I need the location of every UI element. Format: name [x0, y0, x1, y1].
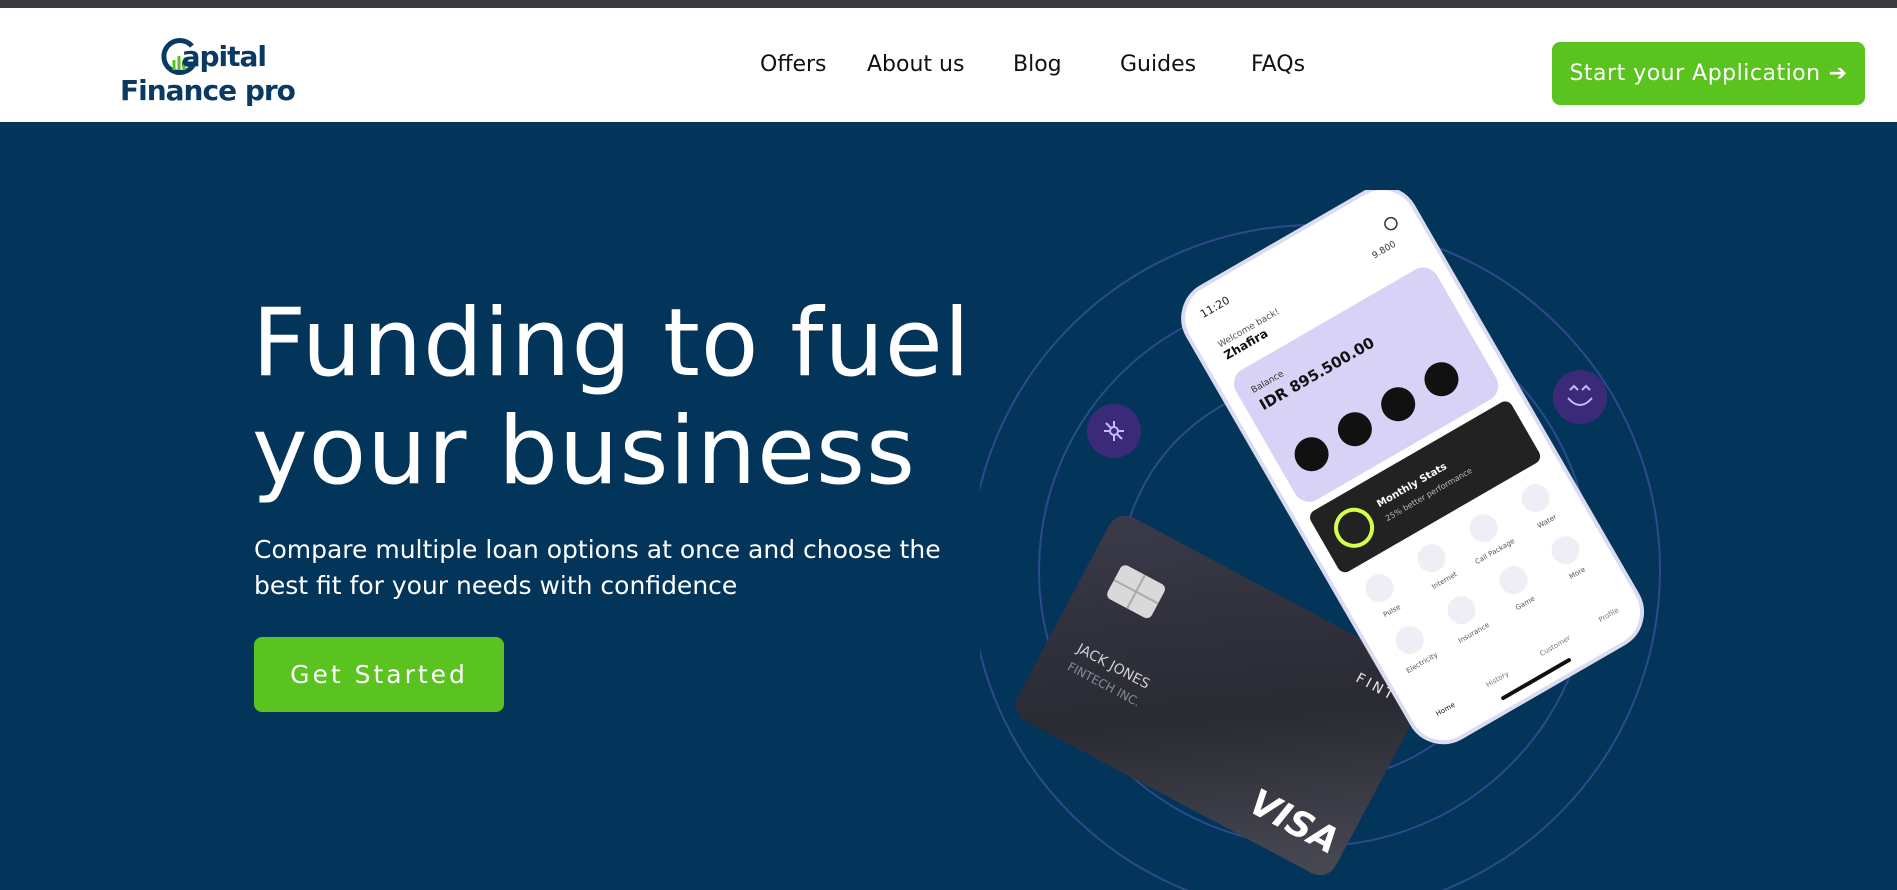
site-header: Capital Finance pro Offers About us Blog…: [0, 8, 1897, 122]
brand-logo[interactable]: Capital Finance pro: [120, 30, 300, 110]
nav-faqs[interactable]: FAQs: [1251, 52, 1305, 77]
arrow-right-icon: ➔: [1828, 61, 1848, 86]
logo-text-top: Capital: [181, 40, 267, 73]
hero-subtitle-line1: Compare multiple loan options at once an…: [254, 535, 941, 564]
hero-title-line2: your business: [252, 397, 916, 506]
logo-text-bottom: Finance pro: [120, 74, 296, 107]
hero-illustration: JACK JONES FINTECH INC. FINT VISA 11:20 …: [980, 190, 1661, 890]
nav-offers[interactable]: Offers: [760, 52, 827, 77]
nav-about-us[interactable]: About us: [867, 52, 964, 77]
hero-title-line1: Funding to fuel: [252, 289, 971, 398]
get-started-button[interactable]: Get Started: [254, 637, 504, 712]
start-application-label: Start your Application: [1569, 61, 1821, 86]
hero-title: Funding to fuel your business: [252, 290, 1012, 506]
nav-guides[interactable]: Guides: [1120, 52, 1196, 77]
hero-subtitle: Compare multiple loan options at once an…: [254, 532, 954, 604]
start-application-button[interactable]: Start your Application ➔: [1552, 42, 1865, 105]
network-icon: [1087, 404, 1141, 458]
hero-subtitle-line2: best fit for your needs with confidence: [254, 571, 738, 600]
browser-top-strip: [0, 0, 1897, 8]
heart-hand-icon: [1553, 370, 1607, 424]
nav-blog[interactable]: Blog: [1013, 52, 1062, 77]
get-started-label: Get Started: [290, 660, 468, 689]
